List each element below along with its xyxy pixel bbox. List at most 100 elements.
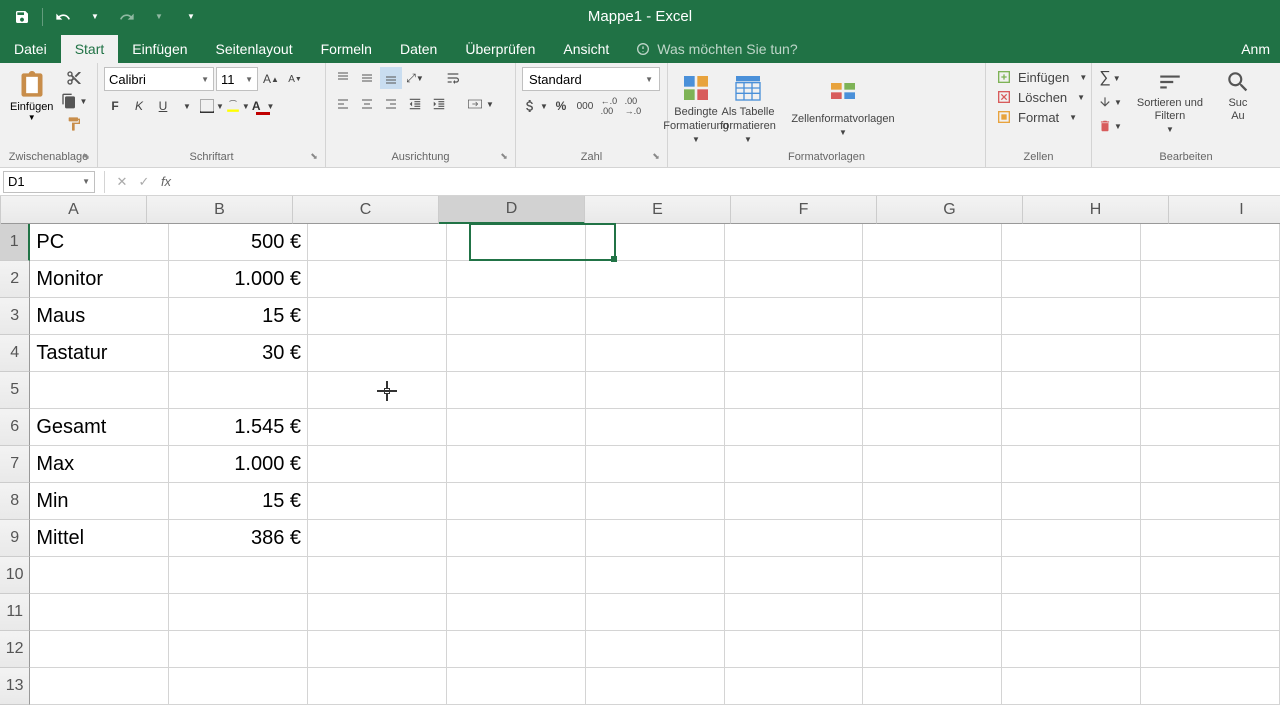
cell-G7[interactable] [863, 446, 1002, 483]
cell-C13[interactable] [308, 668, 447, 705]
cell-D5[interactable] [447, 372, 586, 409]
cell-D12[interactable] [447, 631, 586, 668]
cell-E9[interactable] [586, 520, 725, 557]
cell-A11[interactable] [30, 594, 169, 631]
cell-I4[interactable] [1141, 335, 1280, 372]
cell-A10[interactable] [30, 557, 169, 594]
cell-C3[interactable] [308, 298, 447, 335]
cell-C10[interactable] [308, 557, 447, 594]
cell-B5[interactable] [169, 372, 308, 409]
underline-dropdown[interactable]: ▼ [176, 95, 198, 117]
cell-I13[interactable] [1141, 668, 1280, 705]
column-header-C[interactable]: C [293, 196, 439, 224]
cell-H12[interactable] [1002, 631, 1141, 668]
cell-E8[interactable] [586, 483, 725, 520]
cell-I10[interactable] [1141, 557, 1280, 594]
cell-H3[interactable] [1002, 298, 1141, 335]
cell-C7[interactable] [308, 446, 447, 483]
save-button[interactable] [8, 5, 36, 29]
conditional-formatting-button[interactable]: Bedingte Formatierung▼ [674, 70, 718, 145]
cell-G5[interactable] [863, 372, 1002, 409]
cell-D6[interactable] [447, 409, 586, 446]
tab-file[interactable]: Datei [0, 35, 61, 63]
decrease-font-button[interactable]: A▼ [284, 68, 306, 90]
cell-D13[interactable] [447, 668, 586, 705]
row-header-12[interactable]: 12 [0, 631, 30, 668]
find-select-button[interactable]: Suc Au [1218, 67, 1258, 125]
align-bottom-button[interactable] [380, 67, 402, 89]
fill-color-button[interactable]: ▼ [226, 95, 250, 117]
cell-A5[interactable] [30, 372, 169, 409]
cell-H9[interactable] [1002, 520, 1141, 557]
row-header-11[interactable]: 11 [0, 594, 30, 631]
cell-I11[interactable] [1141, 594, 1280, 631]
decrease-decimal-button[interactable]: .00→.0 [622, 95, 644, 117]
cell-A7[interactable]: Max [30, 446, 169, 483]
cell-D1[interactable] [447, 224, 586, 261]
font-name-select[interactable]: Calibri▼ [104, 67, 214, 91]
cell-C1[interactable] [308, 224, 447, 261]
cell-D11[interactable] [447, 594, 586, 631]
cell-E7[interactable] [586, 446, 725, 483]
column-header-D[interactable]: D [439, 196, 585, 224]
undo-dropdown[interactable]: ▼ [81, 5, 109, 29]
cell-H2[interactable] [1002, 261, 1141, 298]
increase-decimal-button[interactable]: ←.0.00 [598, 95, 620, 117]
clipboard-launcher[interactable]: ⬊ [79, 151, 93, 165]
cell-E6[interactable] [586, 409, 725, 446]
accounting-format-button[interactable]: ▼ [522, 95, 548, 117]
cell-I1[interactable] [1141, 224, 1280, 261]
cell-A9[interactable]: Mittel [30, 520, 169, 557]
format-cells-button[interactable]: Format▼ [992, 107, 1091, 127]
borders-button[interactable]: ▼ [200, 95, 224, 117]
cell-F5[interactable] [725, 372, 864, 409]
cell-G6[interactable] [863, 409, 1002, 446]
cell-D10[interactable] [447, 557, 586, 594]
row-header-8[interactable]: 8 [0, 483, 30, 520]
fill-button[interactable]: ▼ [1098, 91, 1122, 113]
cell-B10[interactable] [169, 557, 308, 594]
cell-G11[interactable] [863, 594, 1002, 631]
column-header-G[interactable]: G [877, 196, 1023, 224]
copy-button[interactable]: ▼ [61, 90, 87, 112]
cell-C8[interactable] [308, 483, 447, 520]
font-size-select[interactable]: 11▼ [216, 67, 258, 91]
enter-formula-button[interactable]: ✓ [133, 171, 155, 193]
cell-I7[interactable] [1141, 446, 1280, 483]
tab-review[interactable]: Überprüfen [451, 35, 549, 63]
cell-H10[interactable] [1002, 557, 1141, 594]
cell-F3[interactable] [725, 298, 864, 335]
select-all-corner[interactable] [0, 196, 1, 224]
cell-H1[interactable] [1002, 224, 1141, 261]
number-format-select[interactable]: Standard▼ [522, 67, 660, 91]
cell-B2[interactable]: 1.000 € [169, 261, 308, 298]
underline-button[interactable]: U [152, 95, 174, 117]
row-header-10[interactable]: 10 [0, 557, 30, 594]
cell-G12[interactable] [863, 631, 1002, 668]
row-header-3[interactable]: 3 [0, 298, 30, 335]
cell-D8[interactable] [447, 483, 586, 520]
cell-B4[interactable]: 30 € [169, 335, 308, 372]
wrap-text-button[interactable] [442, 67, 464, 89]
cell-B3[interactable]: 15 € [169, 298, 308, 335]
cell-A13[interactable] [30, 668, 169, 705]
clear-button[interactable]: ▼ [1098, 115, 1122, 137]
cell-B12[interactable] [169, 631, 308, 668]
column-header-H[interactable]: H [1023, 196, 1169, 224]
cell-B6[interactable]: 1.545 € [169, 409, 308, 446]
format-painter-button[interactable] [61, 113, 87, 135]
format-as-table-button[interactable]: Als Tabelle formatieren▼ [726, 70, 770, 145]
cell-I5[interactable] [1141, 372, 1280, 409]
cell-F13[interactable] [725, 668, 864, 705]
tab-signin[interactable]: Anm [1231, 35, 1280, 63]
cell-C9[interactable] [308, 520, 447, 557]
decrease-indent-button[interactable] [404, 93, 426, 115]
cell-H6[interactable] [1002, 409, 1141, 446]
undo-button[interactable] [49, 5, 77, 29]
cell-B1[interactable]: 500 € [169, 224, 308, 261]
cell-D2[interactable] [447, 261, 586, 298]
cell-I12[interactable] [1141, 631, 1280, 668]
row-header-7[interactable]: 7 [0, 446, 30, 483]
align-launcher[interactable]: ⬊ [497, 151, 511, 165]
align-left-button[interactable] [332, 93, 354, 115]
